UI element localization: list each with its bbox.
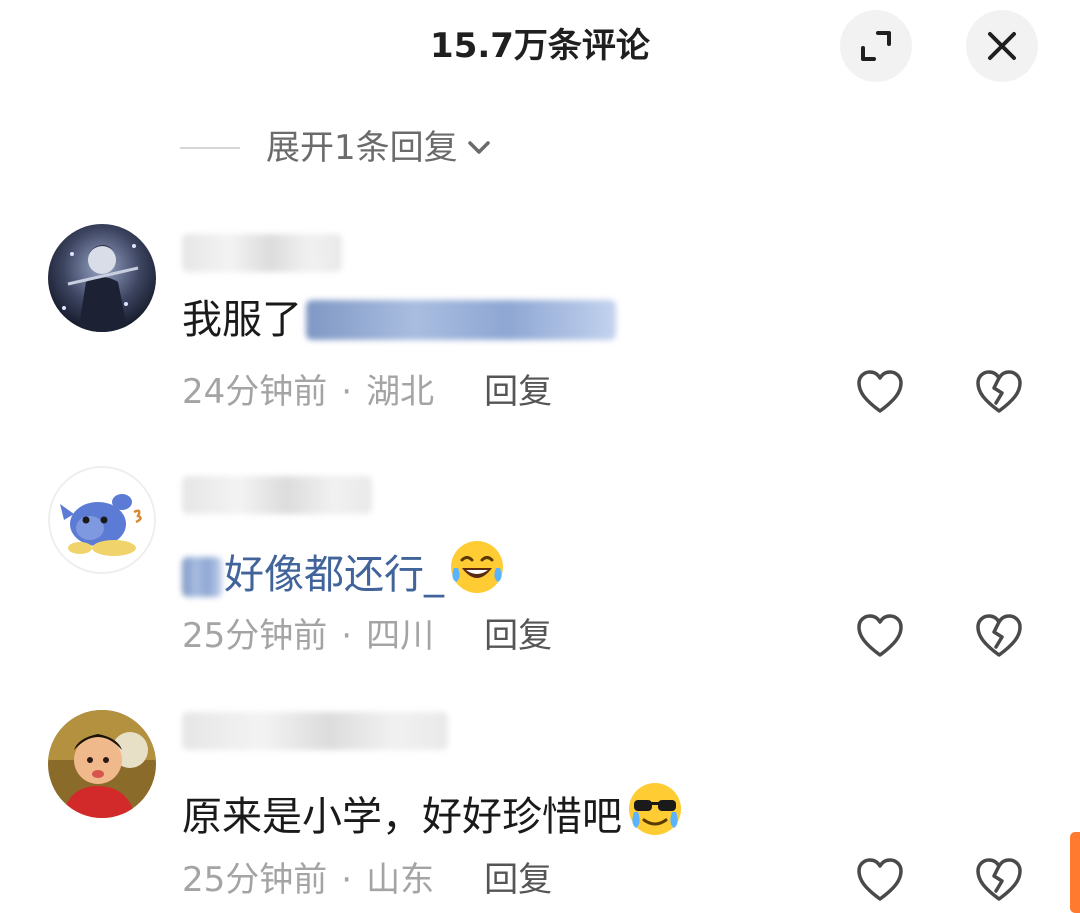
broken-heart-icon bbox=[976, 370, 1022, 413]
meta-separator: · bbox=[341, 616, 353, 656]
expand-replies-label: 展开1条回复 bbox=[266, 128, 458, 168]
meta-separator: · bbox=[341, 860, 353, 900]
heart-icon bbox=[857, 858, 903, 901]
broken-heart-icon bbox=[976, 614, 1022, 657]
comment-meta: 25分钟前 · 山东 回复 bbox=[182, 856, 552, 904]
expand-icon bbox=[861, 31, 891, 61]
comment-item: 好像都还行_ 25分钟前 · 四川 回复 bbox=[0, 466, 1080, 686]
comment-text: 原来是小学，好好珍惜吧 bbox=[182, 780, 684, 853]
reply-button[interactable]: 回复 bbox=[484, 368, 552, 416]
comment-time: 25分钟前 bbox=[182, 860, 328, 900]
reply-button[interactable]: 回复 bbox=[484, 856, 552, 904]
expand-button[interactable] bbox=[840, 10, 912, 82]
dislike-button[interactable] bbox=[971, 364, 1027, 420]
like-button[interactable] bbox=[852, 608, 908, 664]
close-icon bbox=[988, 32, 1016, 60]
divider-line bbox=[180, 147, 240, 149]
comment-location: 四川 bbox=[366, 616, 435, 656]
like-button[interactable] bbox=[852, 852, 908, 908]
mention-name: 好像都还行_ bbox=[224, 551, 444, 598]
comment-text: 好像都还行_ bbox=[182, 538, 506, 611]
comment-text-prefix: 我服了 bbox=[182, 297, 302, 343]
scrollbar-thumb[interactable] bbox=[1070, 832, 1080, 913]
avatar[interactable] bbox=[48, 710, 156, 818]
avatar[interactable] bbox=[48, 224, 156, 332]
comment-meta: 24分钟前 · 湖北 回复 bbox=[182, 368, 552, 416]
comment-time: 24分钟前 bbox=[182, 372, 328, 412]
laughing-tears-emoji-icon bbox=[448, 538, 506, 611]
chevron-down-icon bbox=[464, 133, 494, 163]
comment-item: 原来是小学，好好珍惜吧 25分钟前 · 山东 回复 bbox=[0, 708, 1080, 913]
mention-link[interactable]: 好像都还行_ bbox=[182, 547, 444, 603]
comment-location: 湖北 bbox=[366, 372, 435, 412]
comments-panel: 15.7万条评论 展开1条回复 我服了 24分钟前 · 湖北 回复 好像都还行_… bbox=[0, 0, 1080, 913]
comment-item: 我服了 24分钟前 · 湖北 回复 bbox=[0, 220, 1080, 440]
username-redacted bbox=[182, 234, 342, 272]
expand-replies-button[interactable]: 展开1条回复 bbox=[180, 122, 494, 174]
dislike-button[interactable] bbox=[971, 608, 1027, 664]
meta-separator: · bbox=[341, 372, 353, 412]
username-redacted bbox=[182, 712, 448, 750]
heart-icon bbox=[857, 614, 903, 657]
like-button[interactable] bbox=[852, 364, 908, 420]
close-button[interactable] bbox=[966, 10, 1038, 82]
mention-redacted[interactable] bbox=[306, 300, 616, 340]
avatar[interactable] bbox=[48, 466, 156, 574]
comment-meta: 25分钟前 · 四川 回复 bbox=[182, 612, 552, 660]
username-redacted bbox=[182, 476, 372, 514]
cool-crying-emoji-icon bbox=[626, 780, 684, 853]
comment-text: 我服了 bbox=[182, 292, 616, 348]
comments-count-title: 15.7万条评论 bbox=[430, 26, 650, 66]
comment-time: 25分钟前 bbox=[182, 616, 328, 656]
comment-location: 山东 bbox=[366, 860, 435, 900]
reply-button[interactable]: 回复 bbox=[484, 612, 552, 660]
heart-icon bbox=[857, 370, 903, 413]
mention-redacted bbox=[182, 556, 222, 597]
dislike-button[interactable] bbox=[971, 852, 1027, 908]
comment-text-prefix: 原来是小学，好好珍惜吧 bbox=[182, 793, 622, 840]
broken-heart-icon bbox=[976, 858, 1022, 901]
